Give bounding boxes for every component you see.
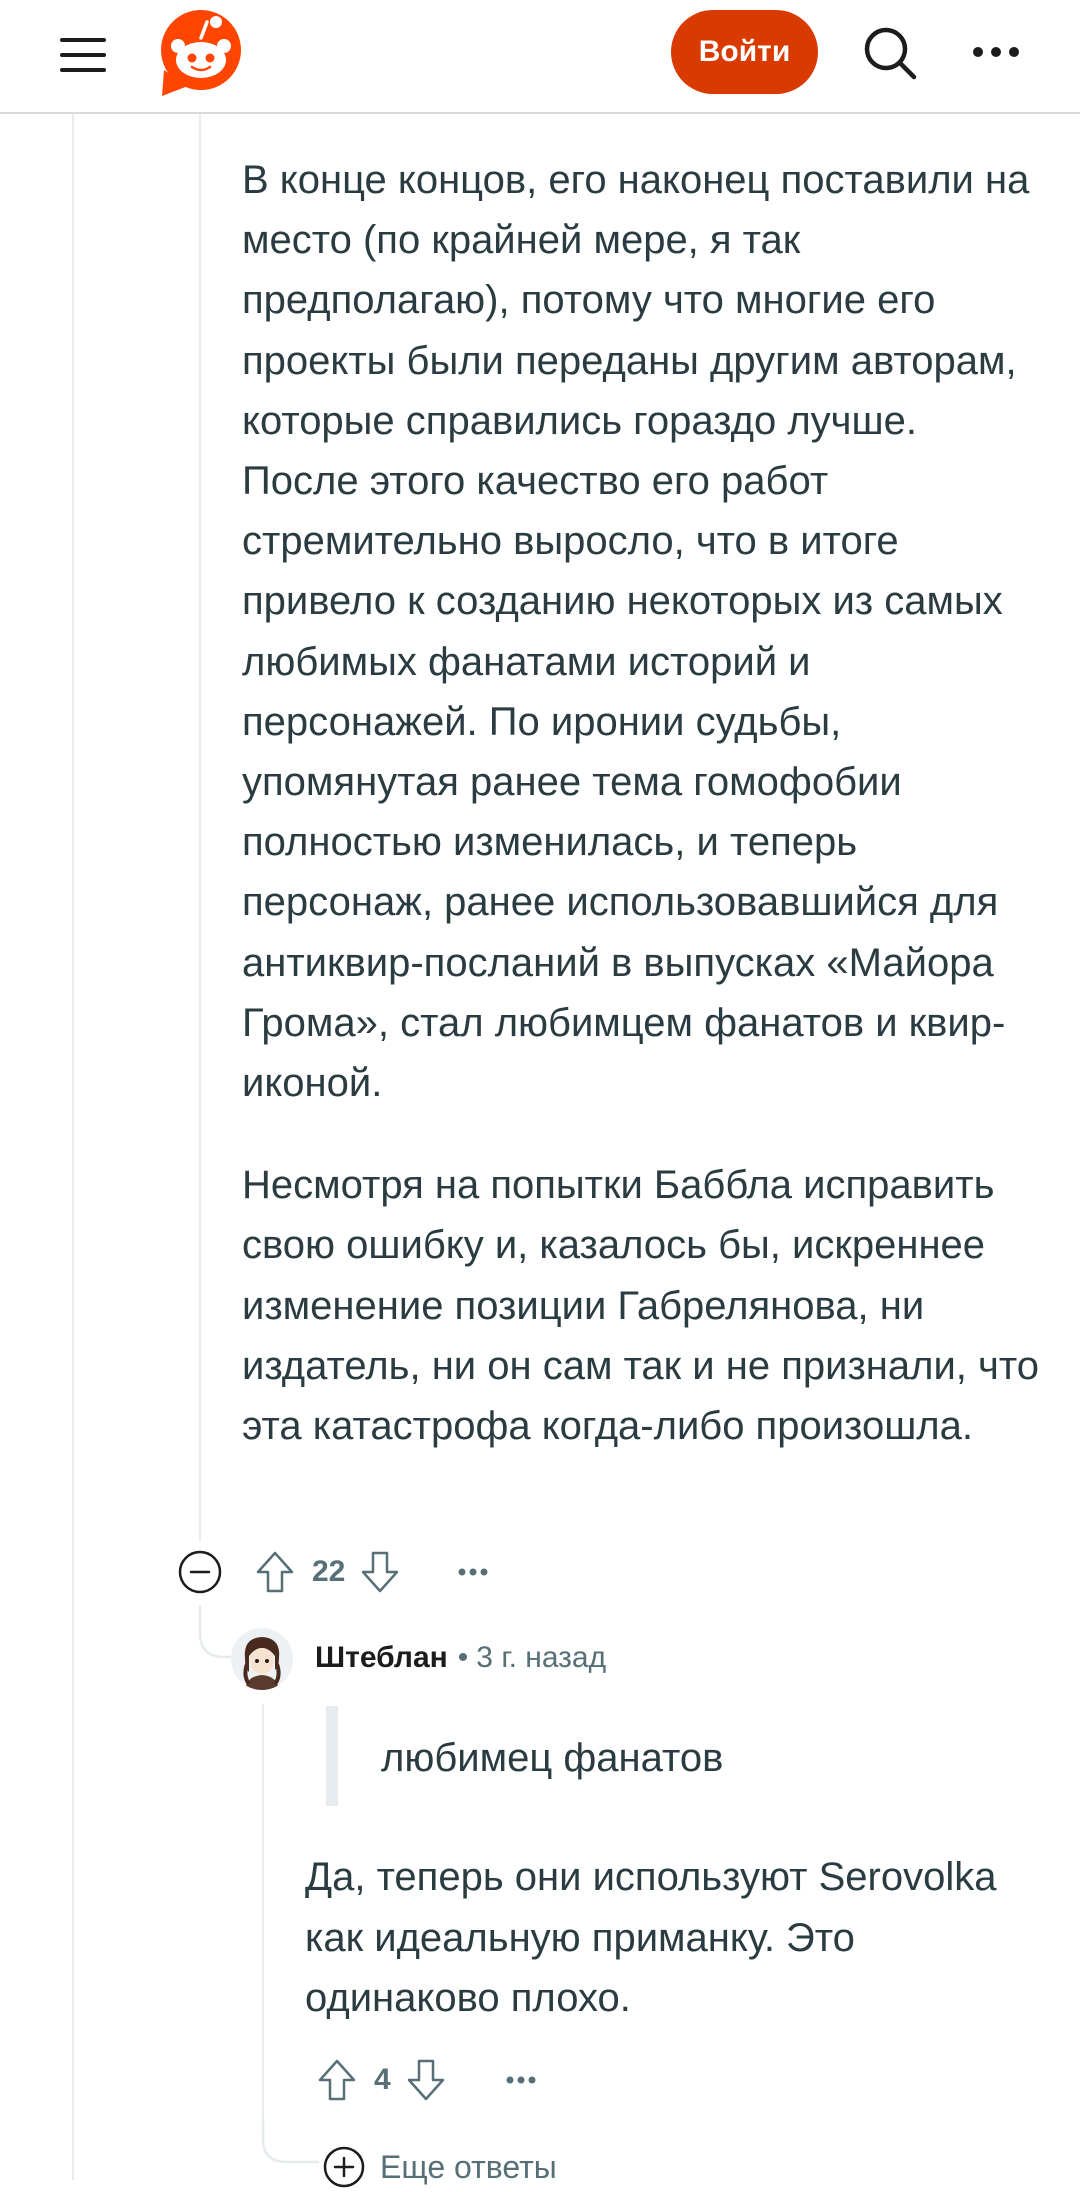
downvote-button[interactable] [357,1549,403,1595]
upvote-arrow-icon [256,1551,294,1593]
more-dots-icon [458,1568,488,1576]
thread-line[interactable] [262,1704,264,2134]
menu-line [60,38,106,42]
more-options-icon[interactable] [970,30,1022,74]
downvote-arrow-icon [407,2059,444,2101]
comment-action-bar: 22 [176,1542,493,1602]
upvote-button[interactable] [252,1549,298,1595]
login-button[interactable]: Войти [671,10,818,94]
quote-bar [326,1706,338,1806]
comment-paragraph: Несмотря на попытки Баббла исправить сво… [242,1163,1039,1449]
collapse-minus-icon [178,1550,222,1594]
quote-text: любимец фанатов [381,1736,724,1780]
reply-overflow-button[interactable] [501,2060,541,2100]
thread-line[interactable] [72,114,74,2180]
downvote-button[interactable] [403,2057,449,2103]
reply-body: Да, теперь они используют Serovolka как … [305,1855,997,2020]
reply-action-bar: 4 [314,2050,541,2110]
menu-line [60,53,106,57]
comment-body: В конце концов, его наконец поставили на… [242,150,1042,1456]
upvote-button[interactable] [314,2057,360,2103]
blockquote: любимец фанатов [326,1706,1046,1806]
thread-connector [261,2118,319,2164]
search-icon[interactable] [862,25,918,81]
more-replies-button[interactable]: Еще ответы [322,2142,557,2192]
downvote-arrow-icon [362,1551,399,1593]
avatar-image [231,1628,293,1690]
reply-meta: Штеблан • 3 г. назад [315,1638,606,1678]
menu-line [60,68,106,72]
thread-line[interactable] [199,114,201,1542]
user-avatar[interactable] [231,1628,293,1690]
top-navigation-bar: Войти [0,0,1080,114]
collapse-thread-button[interactable] [176,1548,224,1596]
vote-count: 22 [312,1555,346,1588]
upvote-arrow-icon [318,2059,356,2101]
meta-separator: • [457,1641,469,1674]
vote-count: 4 [374,2063,391,2096]
hamburger-menu-button[interactable] [58,34,110,76]
author-name[interactable]: Штеблан [315,1641,448,1675]
reddit-logo-icon[interactable] [158,10,244,96]
timestamp: 3 г. назад [476,1641,607,1674]
comment-paragraph: В конце концов, его наконец поставили на… [242,158,1030,1106]
expand-plus-icon [323,2146,365,2188]
more-dots-icon [506,2076,536,2084]
comment-overflow-button[interactable] [453,1552,493,1592]
